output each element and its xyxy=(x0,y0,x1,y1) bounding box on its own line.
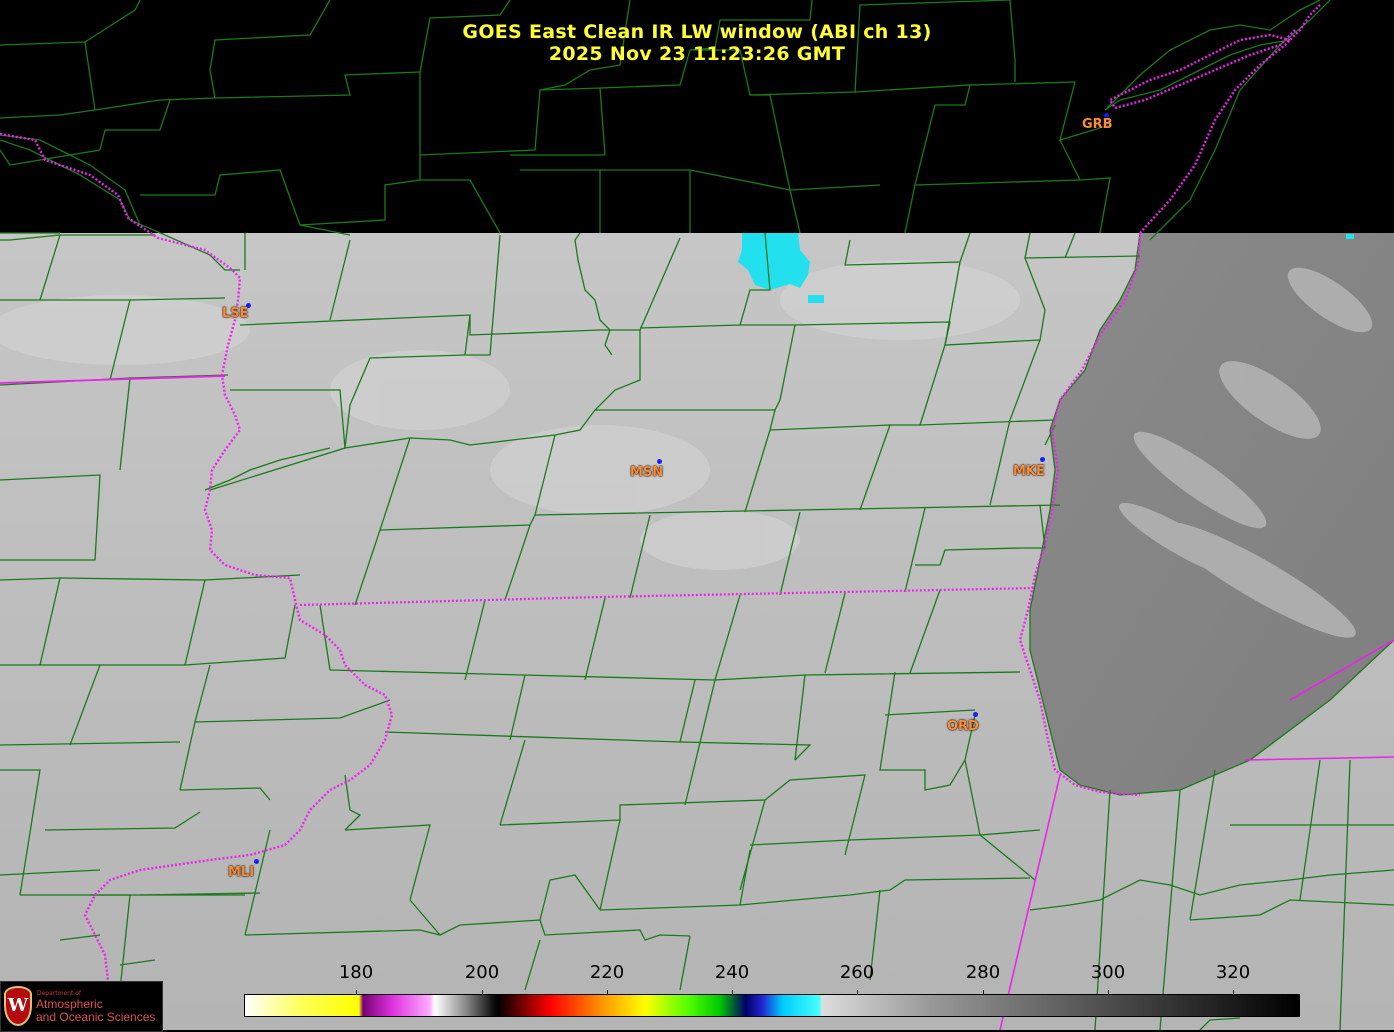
colorbar-tick-220: 220 xyxy=(589,962,625,983)
map-title: GOES East Clean IR LW window (ABI ch 13) xyxy=(462,21,932,43)
station-label-mli: MLI xyxy=(228,865,255,880)
cold-cloud-fragment xyxy=(808,295,824,303)
uw-crest-icon: W xyxy=(4,986,32,1026)
logo-line-2: and Oceanic Sciences xyxy=(36,1010,156,1024)
logo-dept-text: Department of xyxy=(37,990,81,997)
aos-logo: W Department of Atmospheric and Oceanic … xyxy=(0,981,163,1032)
colorbar-tick-300: 300 xyxy=(1090,962,1126,983)
station-dot-msn xyxy=(657,459,662,464)
colorbar-tick-260: 260 xyxy=(839,962,875,983)
colorbar-tick-280: 280 xyxy=(965,962,1001,983)
colorbar-tick-240: 240 xyxy=(714,962,750,983)
logo-line-1: Atmospheric xyxy=(36,997,103,1011)
colorbar-tick-200: 200 xyxy=(464,962,500,983)
colorbar-tickmark xyxy=(857,990,858,995)
colorbar-tickmark xyxy=(983,990,984,995)
station-dot-ord xyxy=(973,712,978,717)
station-dot-mli xyxy=(254,859,259,864)
station-label-ord: ORD xyxy=(947,719,979,734)
cold-cloud-fragment-east xyxy=(1346,234,1354,239)
station-label-msn: MSN xyxy=(630,465,664,480)
colorbar-tickmark xyxy=(607,990,608,995)
colorbar-tickmark xyxy=(482,990,483,995)
station-label-lse: LSE xyxy=(222,306,249,321)
temperature-colorbar xyxy=(244,994,1300,1017)
colorbar-tickmark xyxy=(356,990,357,995)
colorbar-tick-180: 180 xyxy=(338,962,374,983)
station-label-mke: MKE xyxy=(1013,464,1045,479)
colorbar-tickmark xyxy=(1108,990,1109,995)
colorbar-tickmark xyxy=(732,990,733,995)
colorbar-tick-320: 320 xyxy=(1215,962,1251,983)
colorbar-tickmark xyxy=(1233,990,1234,995)
station-dot-mke xyxy=(1040,457,1045,462)
station-label-grb: GRB xyxy=(1082,117,1113,132)
map-timestamp: 2025 Nov 23 11:23:26 GMT xyxy=(548,43,846,65)
satellite-map xyxy=(0,0,1394,1030)
